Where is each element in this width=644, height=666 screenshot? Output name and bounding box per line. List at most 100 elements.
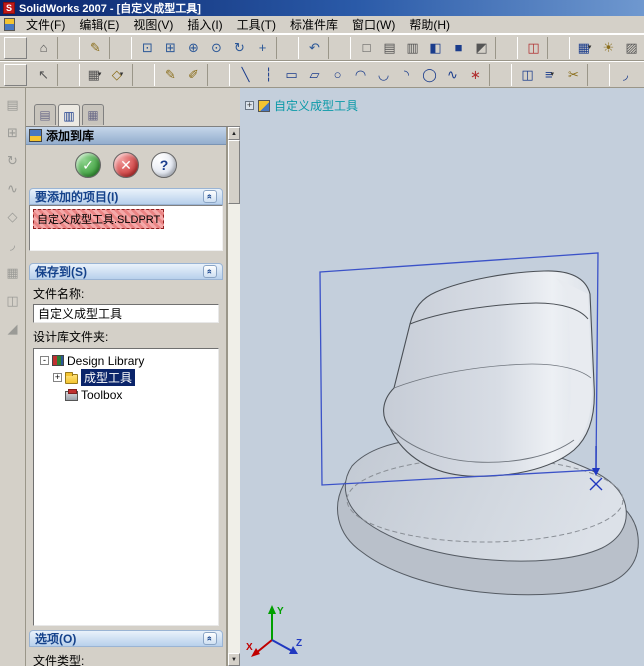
sketch-2d-icon[interactable]: ✎ <box>158 64 181 86</box>
trim-entities-icon[interactable]: ✂ <box>561 64 584 86</box>
menu-item[interactable]: 工具(T) <box>230 15 283 34</box>
section-view-icon[interactable]: ◫ <box>521 37 544 59</box>
scroll-up-button[interactable]: ▲ <box>228 127 240 140</box>
task-pane-scrollbar[interactable]: ▲ ▼ <box>227 127 240 666</box>
menu-item[interactable]: 视图(V) <box>126 15 180 34</box>
tree-item-toolbox[interactable]: Toolbox <box>36 386 216 403</box>
menu-item[interactable]: 帮助(H) <box>402 15 457 34</box>
tangent-arc-icon[interactable]: ◡ <box>371 64 394 86</box>
fillet-entities-icon[interactable]: ◞ <box>613 64 636 86</box>
file-type-label: 文件类型: <box>33 654 85 666</box>
tab-add-to-library[interactable]: ▥ <box>58 104 80 126</box>
extrude-icon[interactable]: ⊞ <box>2 122 24 143</box>
toolbar-button <box>276 36 299 59</box>
toolbar-button <box>495 36 518 59</box>
cancel-button[interactable]: ✕ <box>113 152 139 178</box>
toolbar-button <box>328 36 351 59</box>
chamfer-entities-icon[interactable]: ◟ <box>636 64 644 86</box>
select-icon[interactable]: ↖ <box>31 64 54 86</box>
tree-item-forming-tools[interactable]: + 成型工具 <box>36 369 216 386</box>
items-to-add-group-header[interactable]: 要添加的项目(I) « <box>29 188 223 205</box>
pan-icon[interactable]: + <box>250 37 273 59</box>
zoom-in-out-icon[interactable]: ⊕ <box>181 37 204 59</box>
design-library-tree: - Design Library + 成型工具 Toolbox <box>33 348 219 626</box>
sketch-3d-icon[interactable]: ✐ <box>181 64 204 86</box>
file-name-input[interactable]: 自定义成型工具 <box>33 304 219 323</box>
tree-node-icon <box>52 355 64 366</box>
save-to-group-header[interactable]: 保存到(S) « <box>29 263 223 280</box>
task-pane-tabs: ▤ ▥ ▦ <box>26 104 240 126</box>
collapse-group-button[interactable]: « <box>203 190 217 203</box>
shell-icon[interactable]: ◫ <box>2 290 24 311</box>
shaded-with-edges-icon[interactable]: ◧ <box>423 37 446 59</box>
feature-label[interactable]: 自定义成型工具 <box>274 97 358 114</box>
chevron-up-icon: « <box>205 268 216 275</box>
tree-item-design-library[interactable]: - Design Library <box>36 352 216 369</box>
rectangle-icon[interactable]: ▭ <box>279 64 302 86</box>
menu-item[interactable]: 文件(F) <box>19 15 72 34</box>
shadows-icon[interactable]: ◩ <box>469 37 492 59</box>
zoom-fit-icon[interactable]: ⊡ <box>135 37 158 59</box>
collapse-group-button[interactable]: « <box>203 632 217 645</box>
mirror-entities-icon[interactable]: ◫ <box>515 64 538 86</box>
menu-item[interactable]: 插入(I) <box>180 15 229 34</box>
centerline-icon[interactable]: ┆ <box>256 64 279 86</box>
menu-item[interactable]: 标准件库 <box>283 15 345 34</box>
hidden-lines-visible-icon[interactable]: ▤ <box>377 37 400 59</box>
sketch-icon[interactable]: ✎ <box>83 37 106 59</box>
parallelogram-icon[interactable]: ▱ <box>302 64 325 86</box>
wireframe-icon[interactable]: □ <box>354 37 377 59</box>
rotate-view-icon[interactable]: ↻ <box>227 37 250 59</box>
previous-view-icon[interactable]: ↶ <box>302 37 325 59</box>
features-icon[interactable]: ▤ <box>2 94 24 115</box>
scene-icon[interactable]: ▨ <box>619 37 642 59</box>
fillet-icon[interactable]: ◞ <box>2 234 24 255</box>
ok-button[interactable]: ✓ <box>75 152 101 178</box>
spline-icon[interactable]: ∿ <box>440 64 463 86</box>
model-canvas[interactable] <box>240 88 644 666</box>
help-button[interactable]: ? <box>151 152 177 178</box>
zoom-selection-icon[interactable]: ⊙ <box>204 37 227 59</box>
graphics-viewport[interactable]: + 自定义成型工具 Y X Z <box>240 88 644 666</box>
main-area: ▤ ⊞ ↻ ∿ ◇ ◞ ▦ ◫ ◢ ▤ ▥ ▦ 添加到库 ✓ ✕ ? 要添加的项目(I) « <box>0 88 644 666</box>
point-icon[interactable]: ∗ <box>463 64 486 86</box>
menu-item[interactable]: 编辑(E) <box>72 15 126 34</box>
three-point-arc-icon[interactable]: ◝ <box>394 64 417 86</box>
list-item[interactable]: 自定义成型工具.SLDPRT <box>33 209 165 229</box>
appearance-icon[interactable]: ☀ <box>596 37 619 59</box>
tree-node-icon <box>65 371 78 384</box>
draft-icon[interactable]: ◢ <box>2 318 24 339</box>
zoom-area-icon[interactable]: ⊞ <box>158 37 181 59</box>
toolbar-button <box>587 63 610 86</box>
grid-snap-icon[interactable]: ▦ ▾ <box>83 64 106 86</box>
tab-propertymanager[interactable]: ▤ <box>34 104 56 125</box>
standard-views-icon[interactable]: ▦ ▾ <box>573 37 596 59</box>
part-feature-icon <box>258 99 270 112</box>
tree-expander-icon[interactable]: - <box>40 356 49 365</box>
items-to-add-list[interactable]: 自定义成型工具.SLDPRT <box>29 205 223 251</box>
sweep-icon[interactable]: ∿ <box>2 178 24 199</box>
tree-expander-icon[interactable]: + <box>245 101 254 110</box>
view-orientation-icon[interactable]: ⌂ <box>31 37 54 59</box>
options-group-header[interactable]: 选项(O) « <box>29 630 223 647</box>
toolbar-button <box>57 36 80 59</box>
line-icon[interactable]: ╲ <box>233 64 256 86</box>
scrollbar-thumb[interactable] <box>228 140 240 204</box>
tab-configurations[interactable]: ▦ <box>82 104 104 125</box>
pattern-icon[interactable]: ▦ <box>2 262 24 283</box>
smart-dimension-icon[interactable]: ◇ ▾ <box>106 64 129 86</box>
scroll-down-button[interactable]: ▼ <box>228 653 240 666</box>
menu-item[interactable]: 窗口(W) <box>345 15 402 34</box>
shaded-icon[interactable]: ■ <box>446 37 469 59</box>
toolbar-button <box>547 36 570 59</box>
loft-icon[interactable]: ◇ <box>2 206 24 227</box>
hidden-lines-removed-icon[interactable]: ▥ <box>400 37 423 59</box>
ellipse-icon[interactable]: ◯ <box>417 64 440 86</box>
centerpoint-arc-icon[interactable]: ◠ <box>348 64 371 86</box>
standard-view-toolbar: ⌂ ✎ ⊡ ⊞ ⊕ ⊙ ↻ + ↶ □ ▤ ▥ ◧ ■ ◩ ◫ ▦ ▾ ☀ ▨ <box>0 34 644 61</box>
revolve-icon[interactable]: ↻ <box>2 150 24 171</box>
collapse-group-button[interactable]: « <box>203 265 217 278</box>
tree-expander-icon[interactable]: + <box>53 373 62 382</box>
circle-icon[interactable]: ○ <box>325 64 348 86</box>
offset-entities-icon[interactable]: ≡ ▾ <box>538 64 561 86</box>
